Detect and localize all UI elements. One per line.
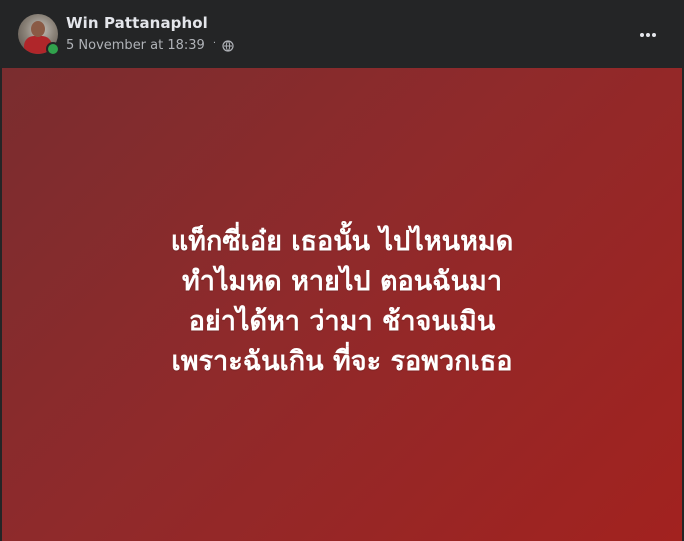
author-name[interactable]: Win Pattanaphol — [66, 14, 208, 32]
post-text: แท็กซี่เอ๋ย เธอนั้น ไปไหนหมด ทำไมหด หายไ… — [42, 222, 642, 382]
post-timestamp[interactable]: 5 November at 18:39 — [66, 38, 205, 53]
online-status-dot — [46, 42, 60, 56]
globe-icon[interactable] — [222, 39, 234, 52]
more-options-icon — [639, 23, 657, 42]
post-line-4: เพราะฉันเกิน ที่จะ รอพวกเธอ — [171, 346, 513, 377]
more-options-button[interactable] — [628, 16, 668, 48]
post-header: Win Pattanaphol 5 November at 18:39 · — [0, 0, 684, 68]
meta-separator: · — [212, 38, 217, 49]
post-card: Win Pattanaphol 5 November at 18:39 · แท… — [0, 0, 684, 541]
author-avatar[interactable] — [18, 14, 60, 56]
post-line-3: อย่าได้หา ว่ามา ช้าจนเมิน — [188, 306, 496, 337]
post-meta: 5 November at 18:39 · — [66, 38, 234, 53]
post-line-2: ทำไมหด หายไป ตอนฉันมา — [182, 266, 502, 297]
post-line-1: แท็กซี่เอ๋ย เธอนั้น ไปไหนหมด — [170, 226, 514, 257]
post-text-background: แท็กซี่เอ๋ย เธอนั้น ไปไหนหมด ทำไมหด หายไ… — [2, 68, 682, 541]
avatar-face — [31, 21, 45, 37]
